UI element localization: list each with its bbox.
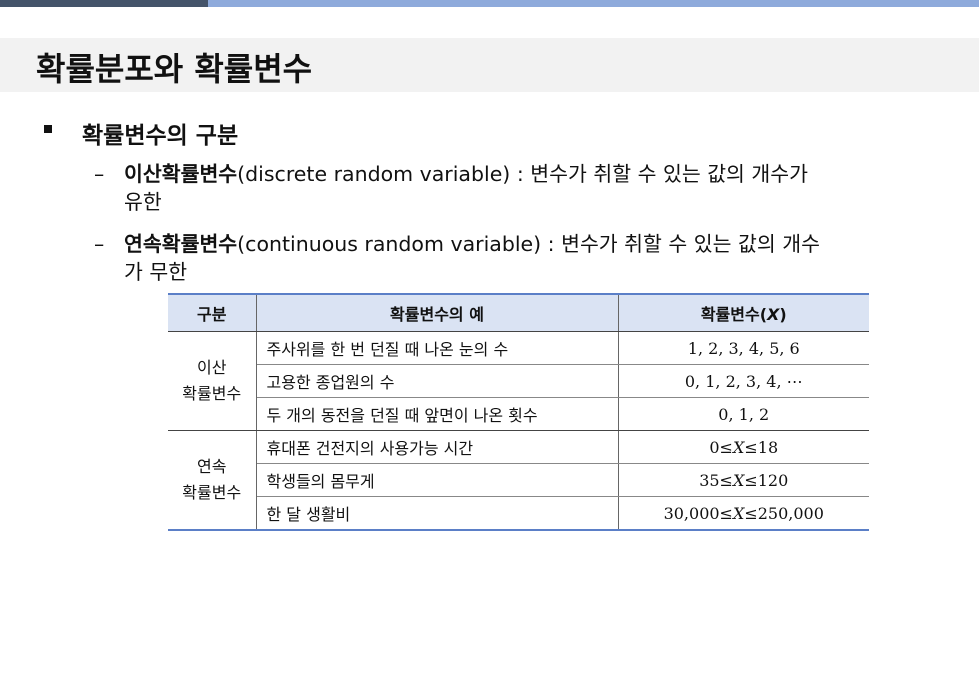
dash-bullet-1: – [94,162,105,186]
table-row: 연속 확률변수 휴대폰 건전지의 사용가능 시간 0≤X≤18 [168,430,869,531]
example-cell: 주사위를 한 번 던질 때 나온 눈의 수 [256,331,619,365]
table-row: 학생들의 몸무게 35≤X≤120 [168,463,869,497]
group-label-continuous: 연속 확률변수 [168,430,257,531]
table-row: 두 개의 동전을 던질 때 앞면이 나온 횟수 0, 1, 2 [168,397,869,431]
top-accent-dark [0,0,208,7]
desc-continuous-line2: 가 무한 [124,260,188,284]
group-label-discrete: 이산 확률변수 [168,331,257,431]
example-cell: 두 개의 동전을 던질 때 앞면이 나온 횟수 [256,397,619,431]
desc-continuous-line1: (continuous random variable) : 변수가 취할 수 … [237,232,820,256]
table-row: 이산 확률변수 주사위를 한 번 던질 때 나온 눈의 수 1, 2, 3, 4… [168,331,869,431]
random-variable-table: 구분 확률변수의 예 확률변수(X) 이산 확률변수 주사위를 한 번 던질 때… [168,293,869,531]
section-heading: 확률변수의 구분 [82,123,239,149]
table-header-row: 구분 확률변수의 예 확률변수(X) [168,293,869,332]
item-continuous: 연속확률변수(continuous random variable) : 변수가… [124,230,820,286]
table-row: 한 달 생활비 30,000≤X≤250,000 [168,496,869,531]
header-variable: 확률변수(X) [618,293,869,332]
value-cell: 0, 1, 2 [618,397,869,431]
desc-discrete-line2: 유한 [124,190,162,214]
value-cell: 35≤X≤120 [618,463,869,497]
value-cell: 1, 2, 3, 4, 5, 6 [618,331,869,365]
item-discrete: 이산확률변수(discrete random variable) : 변수가 취… [124,160,808,216]
term-continuous: 연속확률변수 [124,232,238,256]
header-example: 확률변수의 예 [256,293,619,332]
example-cell: 고용한 종업원의 수 [256,364,619,398]
table-row: 고용한 종업원의 수 0, 1, 2, 3, 4, ⋯ [168,364,869,398]
value-cell: 0, 1, 2, 3, 4, ⋯ [618,364,869,398]
value-cell: 0≤X≤18 [618,430,869,464]
example-cell: 학생들의 몸무게 [256,463,619,497]
top-accent-light [208,0,979,7]
value-cell: 30,000≤X≤250,000 [618,496,869,531]
desc-discrete-line1: (discrete random variable) : 변수가 취할 수 있는… [237,162,809,186]
header-category: 구분 [168,293,257,332]
example-cell: 한 달 생활비 [256,496,619,531]
example-cell: 휴대폰 건전지의 사용가능 시간 [256,430,619,464]
top-accent-bar [0,0,979,7]
square-bullet-icon [44,125,52,133]
dash-bullet-2: – [94,232,105,256]
slide-title: 확률분포와 확률변수 [36,50,313,88]
term-discrete: 이산확률변수 [124,162,238,186]
